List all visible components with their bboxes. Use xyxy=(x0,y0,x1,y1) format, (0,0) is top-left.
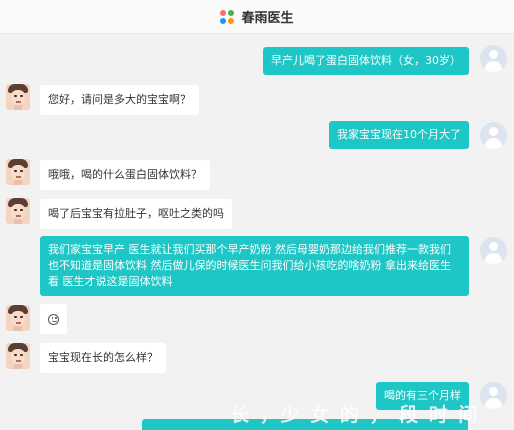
chat-header: 春雨医生 xyxy=(0,0,514,34)
message-bubble-doctor: 宝宝现在长的怎么样？ xyxy=(40,343,166,373)
smile-emoji-icon xyxy=(48,313,59,325)
doctor-avatar[interactable] xyxy=(6,343,30,369)
watermark-text: 长 ，少 女 的 ， 段 时 间 xyxy=(230,404,480,426)
message-bubble-doctor: 哦哦，喝的什么蛋白固体饮料？ xyxy=(40,160,210,190)
message-bubble-doctor: 喝了后宝宝有拉肚子，呕吐之类的吗 xyxy=(40,199,232,229)
message-bubble-doctor xyxy=(40,304,67,334)
doctor-avatar[interactable] xyxy=(6,198,30,224)
doctor-avatar[interactable] xyxy=(6,84,30,110)
user-avatar[interactable] xyxy=(480,122,507,149)
chat-area[interactable]: 早产儿喝了蛋白固体饮料（女，30岁） 您好，请问是多大的宝宝啊？ 我家宝宝现在1… xyxy=(0,34,514,430)
message-bubble-doctor: 您好，请问是多大的宝宝啊？ xyxy=(40,85,199,115)
doctor-avatar[interactable] xyxy=(6,305,30,331)
user-avatar[interactable] xyxy=(480,45,507,72)
user-avatar[interactable] xyxy=(480,382,507,409)
message-bubble-user: 我们家宝宝早产 医生就让我们买那个早产奶粉 然后母婴奶那边给我们推荐一款我们也不… xyxy=(40,236,469,296)
app-logo-icon xyxy=(220,9,235,24)
doctor-avatar[interactable] xyxy=(6,159,30,185)
app-title: 春雨医生 xyxy=(241,11,294,26)
message-bubble-user: 早产儿喝了蛋白固体饮料（女，30岁） xyxy=(263,47,469,75)
message-bubble-user: 我家宝宝现在10个月大了 xyxy=(329,121,469,149)
user-avatar[interactable] xyxy=(480,237,507,264)
